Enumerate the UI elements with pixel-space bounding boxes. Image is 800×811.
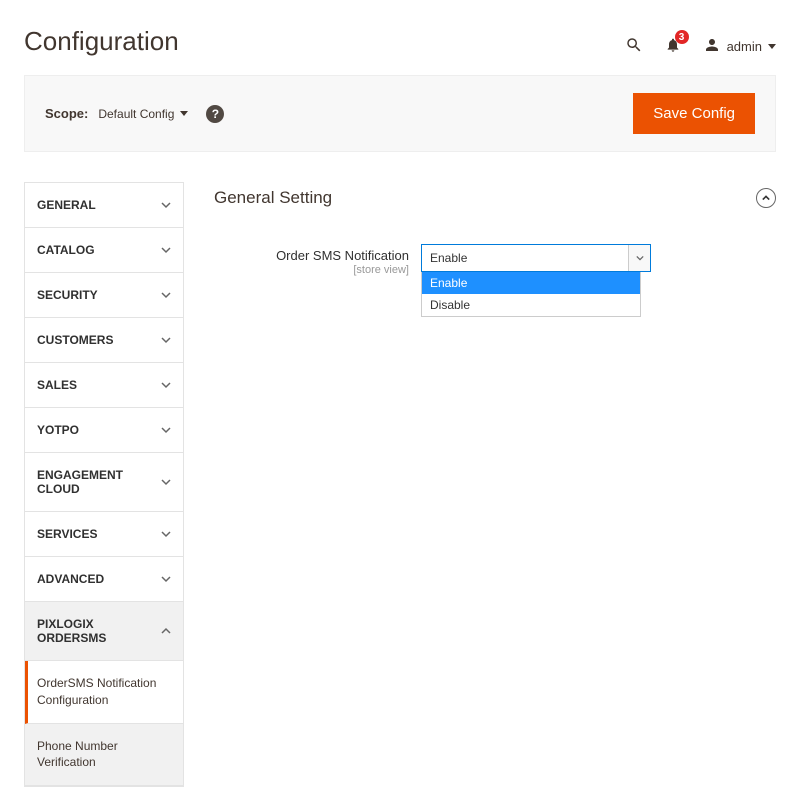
notification-badge: 3 (675, 30, 689, 44)
sidebar-item-advanced[interactable]: ADVANCED (25, 557, 183, 602)
section-title: General Setting (214, 188, 332, 208)
chevron-down-icon (161, 200, 171, 210)
sidebar-item-general[interactable]: GENERAL (25, 183, 183, 228)
field-label: Order SMS Notification (276, 248, 409, 263)
option-disable[interactable]: Disable (422, 294, 640, 316)
user-icon (703, 36, 721, 57)
sidebar-subitem-ordersms-config[interactable]: OrderSMS Notification Configuration (25, 661, 183, 724)
chevron-down-icon (161, 477, 171, 487)
chevron-down-icon (768, 44, 776, 49)
chevron-down-icon (161, 245, 171, 255)
sidebar-item-services[interactable]: SERVICES (25, 512, 183, 557)
notifications-button[interactable]: 3 (665, 36, 681, 57)
order-sms-select[interactable]: Enable (421, 244, 651, 272)
chevron-up-icon (161, 626, 171, 636)
save-config-button[interactable]: Save Config (633, 93, 755, 134)
user-name: admin (727, 39, 762, 54)
sidebar-item-catalog[interactable]: CATALOG (25, 228, 183, 273)
select-value: Enable (430, 251, 467, 265)
sidebar-item-pixlogix-ordersms[interactable]: PIXLOGIX ORDERSMS (25, 602, 183, 661)
chevron-down-icon (161, 335, 171, 345)
chevron-down-icon (161, 574, 171, 584)
option-enable[interactable]: Enable (422, 272, 640, 294)
scope-label: Scope: (45, 106, 88, 121)
search-icon[interactable] (625, 36, 643, 57)
user-menu[interactable]: admin (703, 36, 776, 57)
collapse-section-button[interactable] (756, 188, 776, 208)
scope-selector[interactable]: Default Config (98, 107, 188, 121)
sidebar-item-sales[interactable]: SALES (25, 363, 183, 408)
help-icon[interactable]: ? (206, 105, 224, 123)
sidebar-item-customers[interactable]: CUSTOMERS (25, 318, 183, 363)
chevron-down-icon (161, 529, 171, 539)
sidebar-item-engagement-cloud[interactable]: ENGAGEMENT CLOUD (25, 453, 183, 512)
select-arrow (628, 245, 650, 271)
sidebar-item-yotpo[interactable]: YOTPO (25, 408, 183, 453)
field-scope-hint: [store view] (214, 264, 409, 276)
config-sidebar: GENERAL CATALOG SECURITY CUSTOMERS SALES… (24, 182, 184, 787)
sidebar-subitem-phone-verification[interactable]: Phone Number Verification (25, 724, 183, 787)
chevron-down-icon (161, 425, 171, 435)
chevron-up-icon (762, 194, 770, 202)
chevron-down-icon (180, 111, 188, 116)
select-dropdown: Enable Disable (421, 272, 641, 317)
page-title: Configuration (24, 26, 179, 57)
chevron-down-icon (161, 290, 171, 300)
chevron-down-icon (161, 380, 171, 390)
sidebar-item-security[interactable]: SECURITY (25, 273, 183, 318)
